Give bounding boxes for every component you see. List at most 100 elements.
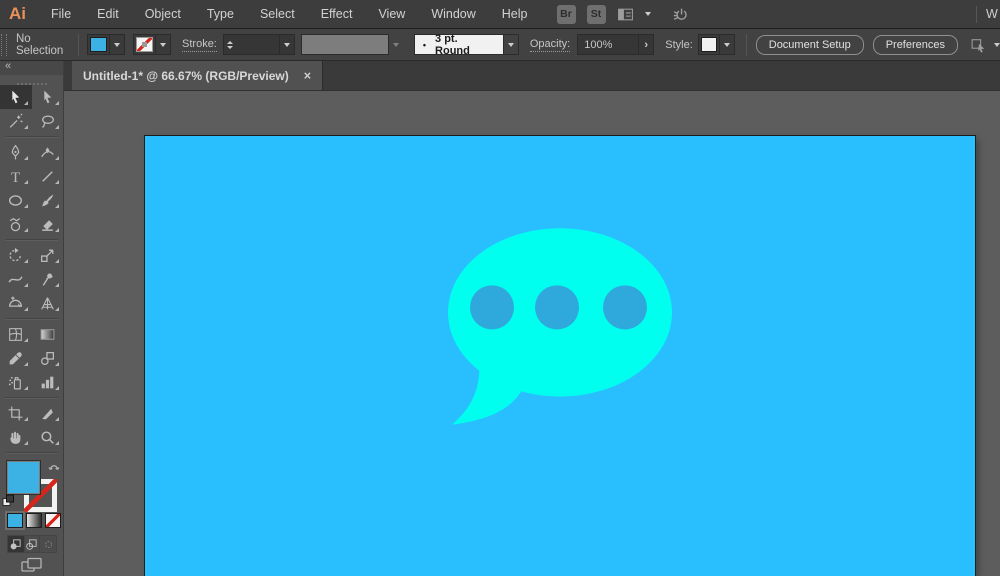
tool-divider bbox=[0, 394, 63, 401]
drawing-mode-buttons bbox=[7, 535, 57, 553]
default-fill-stroke-icon[interactable] bbox=[2, 494, 15, 512]
document-setup-button[interactable]: Document Setup bbox=[755, 34, 864, 55]
bubble-dot-1 bbox=[470, 285, 514, 330]
tools-panel-grip[interactable] bbox=[0, 75, 63, 85]
preferences-button[interactable]: Preferences bbox=[872, 34, 958, 55]
touch-workspace-icon[interactable] bbox=[970, 36, 987, 53]
tool-artboard[interactable] bbox=[0, 401, 32, 425]
none-button[interactable] bbox=[45, 513, 61, 528]
fill-color-swatch[interactable] bbox=[90, 37, 108, 52]
workspace-switcher[interactable]: W bbox=[976, 0, 1000, 28]
tool-column-graph[interactable] bbox=[32, 370, 64, 394]
tool-magic-wand[interactable] bbox=[0, 109, 32, 133]
brush-definition-chevron-icon bbox=[389, 34, 404, 55]
tool-rotate[interactable] bbox=[0, 243, 32, 267]
gpu-performance-icon[interactable] bbox=[672, 6, 689, 23]
opacity-value[interactable]: 100% bbox=[578, 39, 638, 51]
tool-line-segment[interactable] bbox=[32, 164, 64, 188]
tool-shaper[interactable] bbox=[0, 212, 32, 236]
pasteboard[interactable] bbox=[64, 91, 1000, 576]
menu-file[interactable]: File bbox=[38, 7, 84, 21]
menu-effect[interactable]: Effect bbox=[308, 7, 366, 21]
fill-proxy[interactable] bbox=[6, 460, 41, 495]
tool-divider bbox=[0, 449, 63, 456]
graphic-style-swatch[interactable] bbox=[700, 37, 717, 52]
tool-shape-builder[interactable] bbox=[0, 291, 32, 315]
draw-behind-button[interactable] bbox=[23, 536, 41, 552]
stock-button[interactable]: St bbox=[586, 4, 606, 24]
tool-width[interactable] bbox=[0, 267, 32, 291]
arrange-documents-icon[interactable] bbox=[617, 6, 634, 23]
tool-curvature[interactable] bbox=[32, 140, 64, 164]
tool-zoom[interactable] bbox=[32, 425, 64, 449]
opacity-spinner-icon[interactable]: › bbox=[638, 34, 653, 55]
brush-definition-preview[interactable] bbox=[300, 34, 389, 55]
gradient-button[interactable] bbox=[26, 513, 42, 528]
stroke-weight-chevron-icon[interactable] bbox=[278, 34, 294, 55]
brush-style-chevron-icon[interactable] bbox=[502, 34, 518, 55]
close-icon[interactable]: × bbox=[304, 69, 311, 83]
graphic-style-control[interactable] bbox=[697, 34, 735, 55]
document-tab[interactable]: Untitled-1* @ 66.67% (RGB/Preview) × bbox=[72, 61, 324, 90]
tool-type[interactable]: T bbox=[0, 164, 32, 188]
tool-blend[interactable] bbox=[32, 346, 64, 370]
fill-color-control[interactable] bbox=[87, 34, 126, 55]
change-screen-mode-icon[interactable] bbox=[0, 553, 63, 576]
tool-ellipse[interactable] bbox=[0, 188, 32, 212]
menu-object[interactable]: Object bbox=[132, 7, 194, 21]
tool-direct-selection[interactable] bbox=[32, 85, 64, 109]
tools-panel-collapse[interactable]: « bbox=[0, 61, 63, 75]
selection-status: No Selection bbox=[15, 32, 64, 57]
tool-perspective-grid[interactable] bbox=[32, 291, 64, 315]
stroke-weight-field[interactable] bbox=[222, 34, 295, 55]
tool-eyedropper[interactable] bbox=[0, 346, 32, 370]
tool-selection[interactable] bbox=[0, 85, 32, 109]
menu-type[interactable]: Type bbox=[194, 7, 247, 21]
tool-gradient[interactable] bbox=[32, 322, 64, 346]
swap-fill-stroke-icon[interactable] bbox=[48, 460, 60, 478]
tool-hand[interactable] bbox=[0, 425, 32, 449]
tool-paintbrush[interactable] bbox=[32, 188, 64, 212]
opacity-label[interactable]: Opacity: bbox=[529, 38, 571, 52]
menu-help[interactable]: Help bbox=[489, 7, 541, 21]
tools-panel: « T bbox=[0, 61, 64, 576]
stroke-none-swatch[interactable] bbox=[136, 37, 154, 52]
tool-eraser[interactable] bbox=[32, 212, 64, 236]
document-tab-title: Untitled-1* @ 66.67% (RGB/Preview) bbox=[83, 68, 289, 83]
menu-window[interactable]: Window bbox=[418, 7, 488, 21]
tool-scale[interactable] bbox=[32, 243, 64, 267]
stepper-up-icon bbox=[227, 40, 234, 44]
stroke-weight-label[interactable]: Stroke: bbox=[182, 38, 217, 52]
tool-mesh[interactable] bbox=[0, 322, 32, 346]
menu-select[interactable]: Select bbox=[247, 7, 308, 21]
arrange-documents-chevron-icon[interactable] bbox=[644, 12, 651, 16]
stroke-weight-stepper[interactable] bbox=[224, 40, 237, 49]
tool-slice[interactable] bbox=[32, 401, 64, 425]
artboard-canvas[interactable] bbox=[145, 136, 975, 576]
menu-view[interactable]: View bbox=[365, 7, 418, 21]
color-button[interactable] bbox=[7, 513, 23, 528]
stroke-weight-input[interactable] bbox=[237, 35, 279, 54]
tool-pen[interactable] bbox=[0, 140, 32, 164]
graphic-style-chevron-icon[interactable] bbox=[718, 34, 734, 55]
draw-normal-button[interactable] bbox=[8, 536, 24, 552]
tool-symbol-sprayer[interactable] bbox=[0, 370, 32, 394]
stroke-color-chevron-icon[interactable] bbox=[155, 34, 170, 55]
draw-inside-button[interactable] bbox=[40, 536, 56, 552]
stroke-color-control[interactable] bbox=[133, 34, 172, 55]
brush-definition-control[interactable] bbox=[295, 34, 404, 55]
variable-width-profile-control[interactable]: • 3 pt. Round bbox=[413, 33, 519, 57]
control-bar: No Selection Stroke: • 3 pt. Round Opaci… bbox=[0, 29, 1000, 61]
svg-text:T: T bbox=[11, 169, 20, 184]
panel-grip[interactable] bbox=[1, 33, 7, 56]
tool-lasso[interactable] bbox=[32, 109, 64, 133]
opacity-field[interactable]: 100% › bbox=[577, 34, 655, 55]
document-area: Untitled-1* @ 66.67% (RGB/Preview) × bbox=[64, 61, 1000, 576]
artboard[interactable] bbox=[145, 136, 975, 576]
menu-edit[interactable]: Edit bbox=[84, 7, 132, 21]
bridge-button[interactable]: Br bbox=[556, 4, 576, 24]
fill-stroke-indicator bbox=[0, 458, 63, 512]
fill-color-chevron-icon[interactable] bbox=[109, 34, 124, 55]
tool-puppet-warp[interactable] bbox=[32, 267, 64, 291]
touch-workspace-chevron-icon[interactable] bbox=[994, 42, 1000, 47]
